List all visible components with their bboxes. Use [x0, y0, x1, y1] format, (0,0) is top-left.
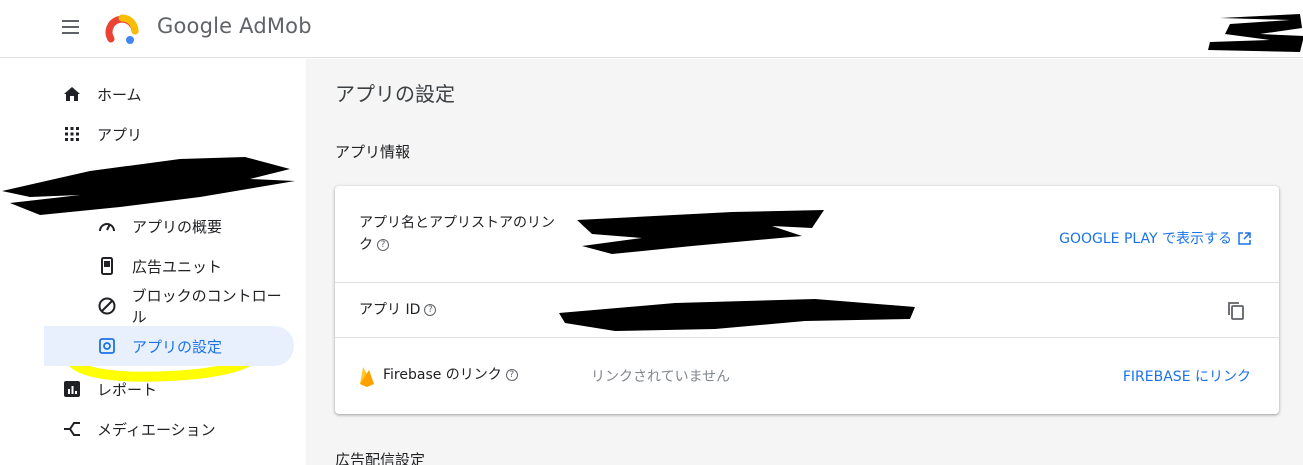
- app-name-value-redaction: [577, 210, 824, 254]
- top-app-bar: Google AdMob: [0, 0, 1303, 58]
- app-id-label: アプリ ID?: [359, 299, 437, 321]
- phone-icon: [95, 254, 119, 278]
- firebase-row: Firebase のリンク? リンクされていません FIREBASE にリンク: [335, 338, 1279, 414]
- view-on-google-play-label: GOOGLE PLAY で表示する: [1059, 231, 1232, 247]
- app-name-row: アプリ名とアプリストアのリン ク? GOOGLE PLAY で表示する: [335, 186, 1279, 283]
- settings-gear-icon: [95, 334, 119, 358]
- sidebar-item-home[interactable]: ホーム: [44, 74, 294, 114]
- app-id-label-text: アプリ ID: [359, 302, 421, 318]
- page-title: アプリの設定: [335, 82, 455, 106]
- sidebar-item-blocking-controls[interactable]: ブロックのコントロール: [44, 286, 294, 326]
- main-content: アプリの設定 アプリ情報 アプリ名とアプリストアのリン ク? GOOGLE PL…: [306, 59, 1303, 465]
- sidebar-item-label: ブロックのコントロール: [131, 287, 282, 326]
- account-redaction: [1208, 14, 1303, 52]
- firebase-label: Firebase のリンク?: [383, 364, 518, 386]
- sidebar-item-label: メディエーション: [97, 420, 216, 439]
- sidebar-item-apps[interactable]: アプリ: [44, 114, 294, 154]
- firebase-status: リンクされていません: [591, 369, 731, 385]
- apps-grid-icon: [60, 122, 84, 146]
- section-title-app-info: アプリ情報: [335, 143, 411, 161]
- speedometer-icon: [95, 214, 119, 238]
- open-external-icon: [1238, 231, 1251, 245]
- sidebar-item-label: 広告ユニット: [132, 257, 223, 276]
- app-info-card: アプリ名とアプリストアのリン ク? GOOGLE PLAY で表示する アプリ …: [335, 186, 1279, 414]
- sidebar-item-label: アプリ: [97, 125, 143, 144]
- admob-logo-icon: [105, 14, 139, 44]
- sidebar-item-label: ホーム: [97, 85, 142, 104]
- section-title-ad-delivery: 広告配信設定: [335, 451, 426, 465]
- sidebar-item-ad-units[interactable]: 広告ユニット: [44, 246, 294, 286]
- sidebar-item-app-overview[interactable]: アプリの概要: [44, 206, 294, 246]
- app-id-value-redaction: [559, 299, 915, 331]
- view-on-google-play-link[interactable]: GOOGLE PLAY で表示する: [1059, 228, 1251, 248]
- sidebar-item-reports[interactable]: レポート: [44, 369, 294, 409]
- sidebar-item-label: アプリの設定: [132, 337, 223, 356]
- mediation-icon: [60, 417, 84, 441]
- sidebar-item-label: アプリの概要: [132, 217, 223, 236]
- sidebar-item-app-settings[interactable]: アプリの設定: [44, 326, 294, 366]
- help-icon[interactable]: ?: [377, 239, 389, 251]
- bar-chart-icon: [60, 377, 84, 401]
- help-icon[interactable]: ?: [424, 304, 437, 316]
- sidebar-item-mediation[interactable]: メディエーション: [44, 409, 294, 449]
- copy-icon[interactable]: [1227, 301, 1245, 321]
- app-name-label: アプリ名とアプリストアのリン ク?: [359, 212, 555, 256]
- app-id-row: アプリ ID?: [335, 283, 1279, 338]
- brand-name: Google AdMob: [157, 14, 312, 38]
- app-name-label-line1: アプリ名とアプリストアのリン: [359, 215, 555, 231]
- home-icon: [60, 82, 84, 106]
- hamburger-menu-icon[interactable]: [60, 16, 82, 38]
- firebase-icon: [360, 367, 374, 387]
- sidebar-item-label: レポート: [97, 380, 158, 399]
- sidebar-nav: ホーム アプリ アプリの概要 広告ユニット ブロックのコントロール アプリの設定…: [2, 59, 306, 465]
- block-icon: [95, 294, 119, 318]
- firebase-label-text: Firebase のリンク: [383, 367, 502, 383]
- help-icon[interactable]: ?: [505, 369, 518, 381]
- app-name-label-line2: ク: [359, 237, 373, 253]
- link-to-firebase-link[interactable]: FIREBASE にリンク: [1123, 366, 1251, 386]
